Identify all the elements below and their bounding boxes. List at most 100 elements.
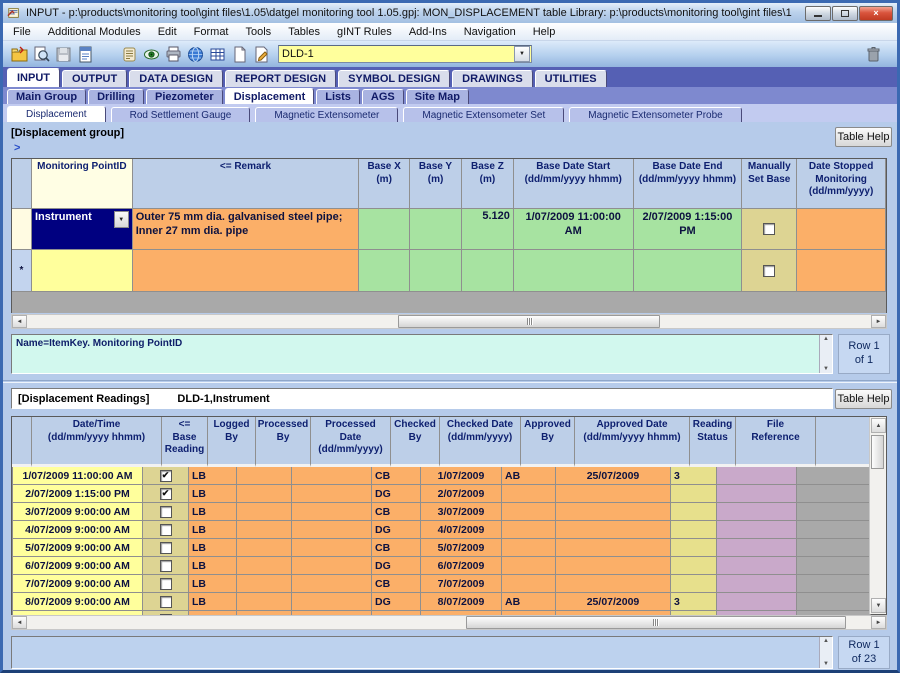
processed-by-cell[interactable] — [237, 503, 292, 521]
approved-date-cell[interactable]: 25/07/2009 — [556, 467, 671, 485]
approved-by-cell[interactable] — [502, 503, 556, 521]
point-id-combobox[interactable]: DLD-1 ▼ — [278, 45, 532, 63]
checked-date-cell[interactable]: 1/07/2009 — [421, 467, 502, 485]
file-reference-cell[interactable] — [717, 503, 797, 521]
status-mini-scrollbar[interactable]: ▲ ▼ — [819, 335, 832, 373]
close-button[interactable]: × — [859, 6, 893, 21]
scroll-right-button[interactable]: ► — [871, 315, 886, 328]
readings-table-help-button[interactable]: Table Help — [835, 389, 892, 409]
processed-date-cell[interactable] — [292, 593, 372, 611]
scrollbar-track[interactable] — [27, 315, 871, 328]
datetime-cell[interactable]: 2/07/2009 1:15:00 PM — [13, 485, 143, 503]
processed-by-cell[interactable] — [237, 467, 292, 485]
processed-by-cell[interactable] — [237, 593, 292, 611]
scroll-up-button[interactable]: ▲ — [871, 418, 886, 433]
arrow-up-icon[interactable]: ▲ — [823, 336, 829, 342]
base-reading-cell[interactable] — [143, 539, 189, 557]
processed-by-cell[interactable] — [237, 557, 292, 575]
minimize-button[interactable] — [805, 6, 831, 21]
logged-by-cell[interactable]: LB — [189, 485, 237, 503]
approved-by-cell[interactable] — [502, 557, 556, 575]
scrollbar-thumb[interactable] — [871, 435, 884, 469]
approved-date-cell[interactable] — [556, 503, 671, 521]
scroll-right-button[interactable]: ► — [871, 616, 886, 629]
base-reading-checkbox[interactable] — [160, 542, 172, 554]
file-reference-cell[interactable] — [717, 575, 797, 593]
script-button[interactable] — [118, 44, 140, 64]
logged-by-cell[interactable]: LB — [189, 557, 237, 575]
project-info-button[interactable] — [74, 44, 96, 64]
point-id-cell[interactable] — [32, 250, 133, 292]
scroll-left-button[interactable]: ◄ — [12, 616, 27, 629]
group-table-help-button[interactable]: Table Help — [835, 127, 892, 147]
reading-status-cell[interactable] — [671, 539, 717, 557]
remark-cell[interactable]: Outer 75 mm dia. galvanised steel pipe; … — [133, 209, 359, 250]
base-z-cell[interactable] — [462, 250, 514, 292]
file-reference-cell[interactable] — [717, 467, 797, 485]
datetime-cell[interactable]: 3/07/2009 9:00:00 AM — [13, 503, 143, 521]
edit-record-button[interactable] — [250, 44, 272, 64]
scrollbar-track[interactable] — [870, 434, 886, 597]
checked-by-cell[interactable]: DG — [372, 593, 421, 611]
subtab-magnetic-extensometer-probe[interactable]: Magnetic Extensometer Probe — [569, 107, 742, 122]
tab-input[interactable]: INPUT — [7, 68, 60, 87]
reading-status-cell[interactable]: 3 — [671, 593, 717, 611]
menu-help[interactable]: Help — [533, 26, 556, 38]
processed-date-cell[interactable] — [292, 557, 372, 575]
checked-by-cell[interactable]: CB — [372, 539, 421, 557]
row-selector[interactable] — [12, 209, 32, 250]
manually-set-base-cell[interactable] — [742, 209, 797, 250]
menu-additional-modules[interactable]: Additional Modules — [48, 26, 141, 38]
base-reading-checkbox[interactable] — [160, 506, 172, 518]
date-stopped-cell[interactable] — [797, 250, 886, 292]
reading-status-cell[interactable]: 3 — [671, 467, 717, 485]
base-date-end-cell[interactable]: 2/07/2009 1:15:00 PM — [634, 209, 743, 250]
file-reference-cell[interactable] — [717, 521, 797, 539]
menu-tables[interactable]: Tables — [288, 26, 320, 38]
base-date-start-cell[interactable]: 1/07/2009 11:00:00 AM — [514, 209, 634, 250]
approved-by-cell[interactable] — [502, 485, 556, 503]
manually-set-base-checkbox[interactable] — [763, 265, 775, 277]
menu-navigation[interactable]: Navigation — [464, 26, 516, 38]
tab-output[interactable]: OUTPUT — [62, 70, 127, 87]
approved-by-cell[interactable]: AB — [502, 593, 556, 611]
datetime-cell[interactable]: 8/07/2009 9:00:00 AM — [13, 593, 143, 611]
approved-date-cell[interactable]: 25/07/2009 — [556, 593, 671, 611]
processed-by-cell[interactable] — [237, 539, 292, 557]
datetime-cell[interactable]: 4/07/2009 9:00:00 AM — [13, 521, 143, 539]
base-date-end-cell[interactable] — [634, 250, 743, 292]
file-reference-cell[interactable] — [717, 557, 797, 575]
processed-date-cell[interactable] — [292, 485, 372, 503]
checked-by-cell[interactable]: DG — [372, 521, 421, 539]
manually-set-base-cell[interactable] — [742, 250, 797, 292]
menu-tools[interactable]: Tools — [246, 26, 272, 38]
approved-date-cell[interactable] — [556, 485, 671, 503]
menu-file[interactable]: File — [13, 26, 31, 38]
processed-date-cell[interactable] — [292, 539, 372, 557]
subtab-rod-settlement-gauge[interactable]: Rod Settlement Gauge — [111, 107, 251, 122]
processed-by-cell[interactable] — [237, 575, 292, 593]
processed-date-cell[interactable] — [292, 521, 372, 539]
manually-set-base-checkbox[interactable] — [763, 223, 775, 235]
base-date-start-cell[interactable] — [514, 250, 634, 292]
approved-by-cell[interactable] — [502, 521, 556, 539]
scrollbar-thumb[interactable] — [398, 315, 660, 328]
arrow-down-icon[interactable]: ▼ — [823, 366, 829, 372]
google-earth-button[interactable] — [184, 44, 206, 64]
remark-cell[interactable] — [133, 250, 359, 292]
tab-piezometer[interactable]: Piezometer — [146, 89, 223, 104]
reading-status-cell[interactable] — [671, 557, 717, 575]
checked-by-cell[interactable]: CB — [372, 575, 421, 593]
menu-edit[interactable]: Edit — [158, 26, 177, 38]
base-reading-checkbox[interactable]: ✔ — [160, 488, 172, 500]
subtab-magnetic-extensometer-set[interactable]: Magnetic Extensometer Set — [403, 107, 564, 122]
approved-date-cell[interactable] — [556, 557, 671, 575]
processed-date-cell[interactable] — [292, 467, 372, 485]
print-preview-button[interactable] — [30, 44, 52, 64]
tab-report-design[interactable]: REPORT DESIGN — [225, 70, 336, 87]
print-button[interactable] — [162, 44, 184, 64]
logged-by-cell[interactable]: LB — [189, 521, 237, 539]
arrow-up-icon[interactable]: ▲ — [823, 638, 829, 644]
base-x-cell[interactable] — [359, 209, 410, 250]
scroll-left-button[interactable]: ◄ — [12, 315, 27, 328]
